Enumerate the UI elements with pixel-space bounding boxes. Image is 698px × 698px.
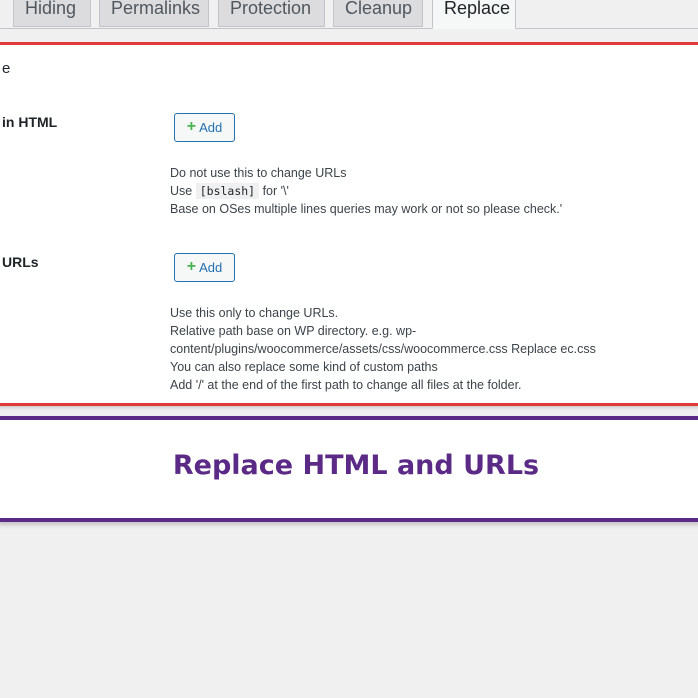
tab-hiding[interactable]: Hiding	[13, 0, 91, 27]
replace-urls-label: URLs	[2, 254, 39, 270]
add-url-replace-button[interactable]: + Add	[174, 253, 235, 282]
banner-title: Replace HTML and URLs	[172, 450, 540, 481]
replace-html-label: in HTML	[2, 114, 58, 130]
settings-page: Hiding Permalinks Protection Cleanup Rep…	[0, 0, 698, 698]
plus-icon: +	[186, 257, 197, 275]
replace-html-description: Do not use this to change URLs Use [bsla…	[170, 166, 563, 216]
tab-cleanup[interactable]: Cleanup	[333, 0, 423, 27]
plus-icon: +	[186, 117, 197, 135]
section-title: e	[2, 60, 11, 77]
replace-urls-description: Use this only to change URLs. Relative p…	[170, 306, 596, 392]
add-html-replace-button[interactable]: + Add	[174, 113, 235, 142]
tab-permalinks[interactable]: Permalinks	[99, 0, 209, 27]
tab-replace[interactable]: Replace	[432, 0, 516, 29]
tab-protection[interactable]: Protection	[218, 0, 325, 27]
code-snippet: [bslash]	[195, 183, 260, 199]
tab-bar: Hiding Permalinks Protection Cleanup Rep…	[0, 0, 698, 29]
